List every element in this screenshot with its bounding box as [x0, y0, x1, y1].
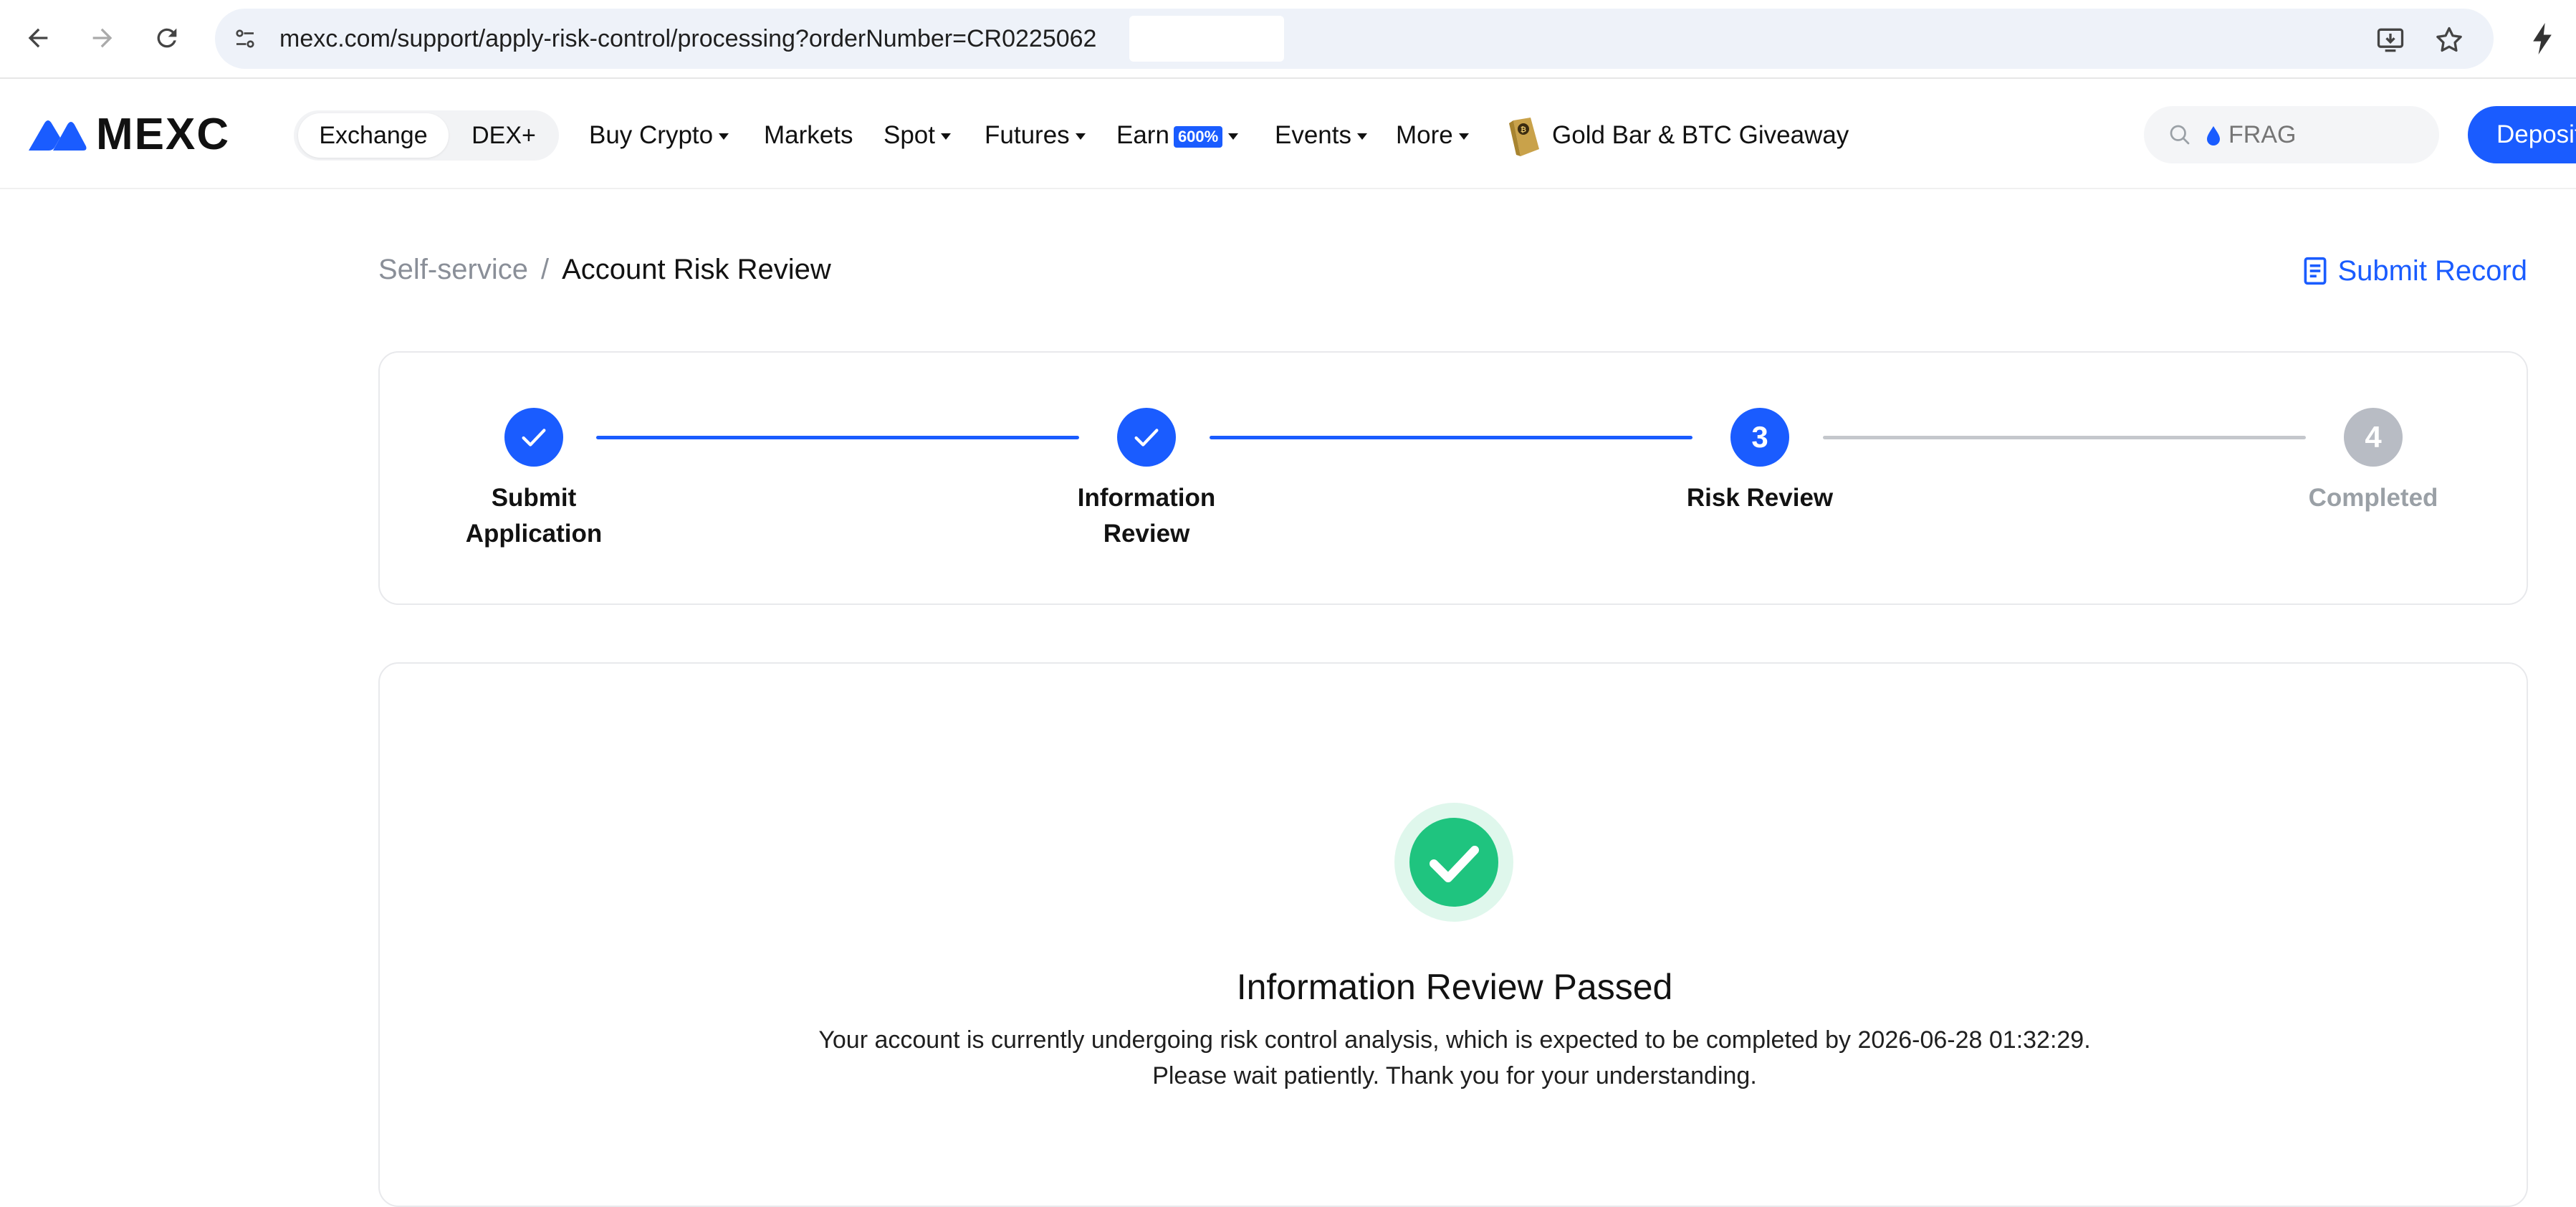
star-icon — [2436, 27, 2462, 52]
nav-earn-label: Earn — [1116, 121, 1169, 149]
step-2-label-line1: Information — [1077, 484, 1216, 512]
submit-record-label: Submit Record — [2337, 255, 2527, 287]
mexc-logo-icon — [29, 120, 87, 151]
reload-button[interactable] — [148, 19, 186, 57]
address-bar[interactable]: mexc.com/support/apply-risk-control/proc… — [215, 9, 2494, 69]
nav-markets-label: Markets — [764, 121, 853, 149]
step-4-number: 4 — [2365, 420, 2382, 454]
check-icon — [1134, 429, 1159, 447]
search-box[interactable] — [2144, 106, 2439, 163]
step-3-label-line1: Risk Review — [1686, 484, 1834, 512]
nav-futures-label: Futures — [985, 121, 1070, 149]
step-4-label: Completed — [2266, 480, 2481, 516]
exchange-dex-switch: Exchange DEX+ — [294, 110, 559, 161]
caret-down-icon — [1228, 133, 1239, 140]
step-4-circle: 4 — [2344, 408, 2403, 467]
status-desc-line2: Please wait patiently. Thank you for you… — [1152, 1062, 1757, 1089]
step-connector-1 — [596, 436, 1079, 439]
redacted-area — [1129, 16, 1284, 62]
site-header: MEXC Exchange DEX+ Buy Crypto Markets Sp… — [0, 79, 2576, 189]
earn-badge: 600% — [1173, 125, 1223, 148]
site-info-button[interactable] — [226, 20, 264, 57]
svg-text:₿: ₿ — [1521, 125, 1526, 134]
gold-bar-icon: ₿ — [1509, 117, 1539, 156]
caret-down-icon — [1075, 133, 1086, 140]
step-1-label: Submit Application — [426, 480, 641, 552]
install-icon — [2377, 28, 2404, 52]
status-desc-line1: Your account is currently undergoing ris… — [818, 1026, 2091, 1054]
nav-markets[interactable]: Markets — [764, 110, 853, 161]
caret-down-icon — [1458, 133, 1469, 140]
nav-promo-giveaway[interactable]: ₿ Gold Bar & BTC Giveaway — [1506, 110, 1849, 161]
success-check-icon — [1394, 803, 1513, 922]
breadcrumb: Self-service / Account Risk Review — [378, 248, 831, 291]
nav-buy-crypto[interactable]: Buy Crypto — [589, 110, 729, 161]
bookmark-button[interactable] — [2433, 24, 2465, 56]
breadcrumb-separator: / — [540, 254, 550, 285]
lightning-icon — [2533, 23, 2552, 54]
step-1-circle — [504, 408, 563, 467]
step-3-circle: 3 — [1730, 408, 1789, 467]
breadcrumb-self-service[interactable]: Self-service — [378, 254, 528, 285]
url-text[interactable]: mexc.com/support/apply-risk-control/proc… — [279, 9, 1096, 69]
mexc-logo[interactable]: MEXC — [27, 110, 230, 159]
step-3-number: 3 — [1751, 420, 1768, 454]
submit-record-link[interactable]: Submit Record — [2303, 249, 2527, 292]
forward-button[interactable] — [83, 19, 122, 57]
step-1-label-line2: Application — [465, 520, 603, 548]
deposit-button[interactable]: Deposit — [2468, 106, 2576, 163]
nav-earn[interactable]: Earn 600% — [1116, 110, 1239, 161]
tune-icon — [236, 29, 254, 48]
dex-tab[interactable]: DEX+ — [453, 113, 555, 158]
nav-promo-label: Gold Bar & BTC Giveaway — [1552, 121, 1849, 149]
arrow-left-icon — [28, 28, 48, 48]
caret-down-icon — [1357, 133, 1367, 140]
search-icon — [2170, 125, 2190, 145]
nav-events-label: Events — [1275, 121, 1351, 149]
nav-futures[interactable]: Futures — [985, 110, 1086, 161]
status-description: Your account is currently undergoing ris… — [380, 1022, 2529, 1094]
check-icon — [522, 429, 546, 447]
extension-button[interactable] — [2527, 20, 2558, 57]
browser-toolbar: mexc.com/support/apply-risk-control/proc… — [0, 0, 2576, 79]
search-input[interactable] — [2208, 116, 2423, 153]
exchange-tab[interactable]: Exchange — [298, 113, 449, 158]
step-2-label-line2: Review — [1103, 520, 1190, 548]
nav-spot[interactable]: Spot — [884, 110, 951, 161]
step-3-label: Risk Review — [1652, 480, 1867, 516]
install-app-button[interactable] — [2375, 24, 2406, 56]
logo-text: MEXC — [96, 109, 231, 159]
back-button[interactable] — [19, 19, 57, 57]
status-title: Information Review Passed — [1236, 967, 1673, 1007]
step-connector-3 — [1823, 436, 2306, 439]
arrow-right-icon — [92, 28, 112, 48]
nav-events[interactable]: Events — [1275, 110, 1367, 161]
progress-steps-card: Submit Application Information Review 3 … — [378, 351, 2528, 605]
step-2-label: Information Review — [1039, 480, 1254, 552]
nav-buy-crypto-label: Buy Crypto — [589, 121, 714, 149]
nav-more-label: More — [1396, 121, 1453, 149]
step-2-circle — [1117, 408, 1176, 467]
breadcrumb-current: Account Risk Review — [562, 254, 831, 285]
reload-icon — [157, 28, 177, 48]
step-1-label-line1: Submit — [491, 484, 577, 512]
nav-spot-label: Spot — [884, 121, 935, 149]
step-4-label-line1: Completed — [2308, 484, 2438, 512]
nav-more[interactable]: More — [1396, 110, 1469, 161]
caret-down-icon — [941, 133, 951, 140]
document-icon — [2304, 257, 2327, 285]
review-status-card: Information Review Passed Your account i… — [378, 662, 2528, 1207]
step-connector-2 — [1210, 436, 1692, 439]
caret-down-icon — [719, 133, 729, 140]
